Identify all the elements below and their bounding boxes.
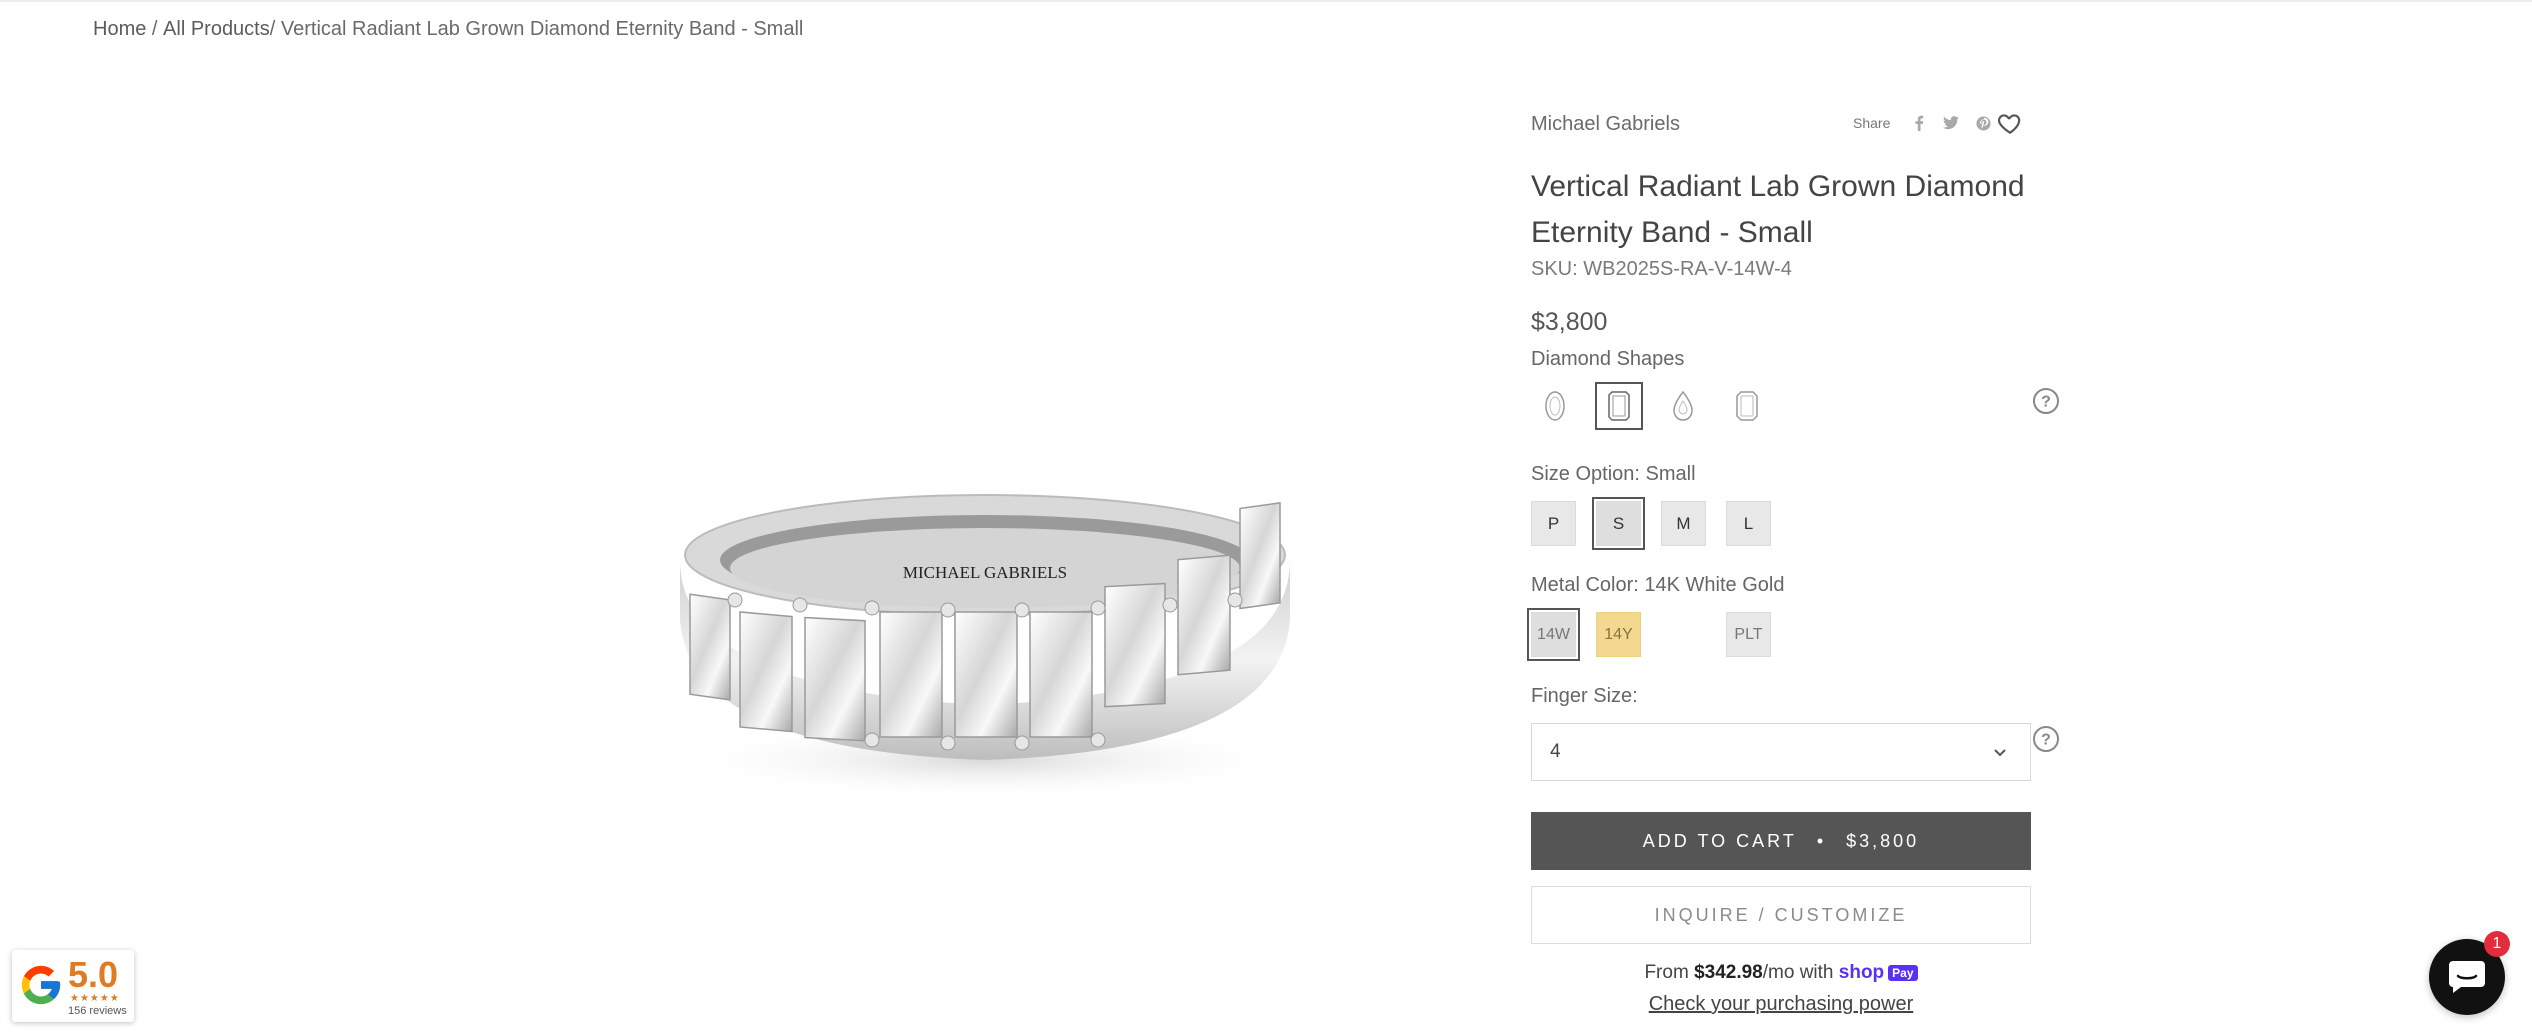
finance-per: /mo with <box>1762 962 1834 984</box>
product-title: Vertical Radiant Lab Grown Diamond Etern… <box>1531 170 2025 249</box>
chevron-down-icon <box>1994 749 2006 757</box>
inquire-customize-button[interactable]: INQUIRE / CUSTOMIZE <box>1531 886 2031 944</box>
svg-text:?: ? <box>2041 394 2051 411</box>
size-option-selector: P S M L <box>1531 497 1771 550</box>
share-label: Share <box>1853 115 1891 131</box>
oval-shape-option[interactable] <box>1531 382 1579 430</box>
product-vendor[interactable]: Michael Gabriels <box>1531 113 1680 136</box>
google-rating-score: 5.0 <box>68 954 119 995</box>
product-price: $3,800 <box>1531 308 1608 336</box>
metal-color-selector: 14W 14Y PLT <box>1527 608 1791 661</box>
google-rating-stars: ★★★★★ <box>70 993 120 1004</box>
size-option-title: Size Option: <box>1531 463 1640 485</box>
add-to-cart-button[interactable]: ADD TO CART • $3,800 <box>1531 812 2031 870</box>
emerald-shape-icon <box>1736 391 1758 421</box>
shop-pay-logo: shop Pay <box>1839 962 1918 984</box>
metal-option-14w[interactable]: 14W <box>1527 608 1580 661</box>
facebook-icon[interactable] <box>1910 114 1928 132</box>
finger-size-value: 4 <box>1550 741 1561 762</box>
product-sku: SKU: WB2025S-RA-V-14W-4 <box>1531 258 1792 281</box>
pear-shape-option[interactable] <box>1659 382 1707 430</box>
add-to-cart-label: ADD TO CART <box>1642 830 1797 851</box>
heart-icon[interactable] <box>1997 110 2023 136</box>
svg-text:?: ? <box>2041 732 2051 749</box>
ring-engraving: MICHAEL GABRIELS <box>903 563 1067 582</box>
breadcrumb-all-products[interactable]: All Products <box>163 18 270 41</box>
google-reviews-badge[interactable]: 5.0 ★★★★★ 156 reviews <box>12 950 134 1022</box>
radiant-shape-option[interactable] <box>1595 382 1643 430</box>
finger-size-select[interactable]: 4 <box>1531 723 2031 781</box>
add-to-cart-separator: • <box>1816 830 1827 851</box>
metal-color-title: Metal Color: <box>1531 574 1639 596</box>
metal-color-value: 14K White Gold <box>1644 574 1785 596</box>
metal-option-14y[interactable]: 14Y <box>1596 612 1641 657</box>
google-review-count: 156 reviews <box>68 1005 127 1017</box>
finger-size-label: Finger Size: <box>1531 685 1638 707</box>
breadcrumb-home[interactable]: Home <box>93 18 146 41</box>
chat-bubble-icon <box>2449 961 2485 993</box>
pear-shape-icon <box>1673 390 1693 421</box>
diamond-shape-selector <box>1531 382 1771 430</box>
size-option-p[interactable]: P <box>1531 501 1576 546</box>
google-logo-icon <box>21 965 61 1005</box>
size-option-label: Size Option: Small <box>1531 463 1696 486</box>
breadcrumb-current: Vertical Radiant Lab Grown Diamond Etern… <box>280 18 804 40</box>
share-bar: Share <box>1853 114 1992 132</box>
chat-notification-badge: 1 <box>2484 931 2510 957</box>
help-icon[interactable]: ? <box>2032 725 2060 753</box>
add-to-cart-price: $3,800 <box>1846 830 1920 851</box>
check-purchasing-power-link[interactable]: Check your purchasing power <box>1531 993 2031 1016</box>
shop-pay-badge: Pay <box>1888 965 1918 981</box>
size-option-value: Small <box>1645 463 1696 485</box>
diamond-shapes-label: Diamond Shapes <box>1531 348 1685 370</box>
shop-pay-installments: From $342.98/mo with shop Pay <box>1531 962 2031 984</box>
sku-label: SKU: <box>1531 258 1578 280</box>
emerald-shape-option[interactable] <box>1723 382 1771 430</box>
metal-color-label: Metal Color: 14K White Gold <box>1531 574 1784 597</box>
breadcrumb: Home / All Products/ Vertical Radiant La… <box>93 18 803 41</box>
header-divider <box>0 0 2532 2</box>
radiant-shape-icon <box>1608 391 1630 421</box>
twitter-icon[interactable] <box>1942 114 1960 132</box>
breadcrumb-separator: / <box>269 18 281 40</box>
size-option-s[interactable]: S <box>1592 497 1645 550</box>
pinterest-icon[interactable] <box>1974 114 1992 132</box>
size-option-m[interactable]: M <box>1661 501 1706 546</box>
finance-from: From <box>1644 962 1689 984</box>
sku-value: WB2025S-RA-V-14W-4 <box>1583 258 1792 280</box>
metal-option-plt[interactable]: PLT <box>1726 612 1771 657</box>
shop-pay-brand: shop <box>1838 962 1885 983</box>
breadcrumb-separator: / <box>146 18 164 40</box>
finance-amount: $342.98 <box>1694 962 1763 984</box>
help-icon[interactable]: ? <box>2032 387 2060 415</box>
oval-shape-icon <box>1545 391 1565 421</box>
size-option-l[interactable]: L <box>1726 501 1771 546</box>
product-image[interactable]: MICHAEL GABRIELS <box>660 460 1310 820</box>
